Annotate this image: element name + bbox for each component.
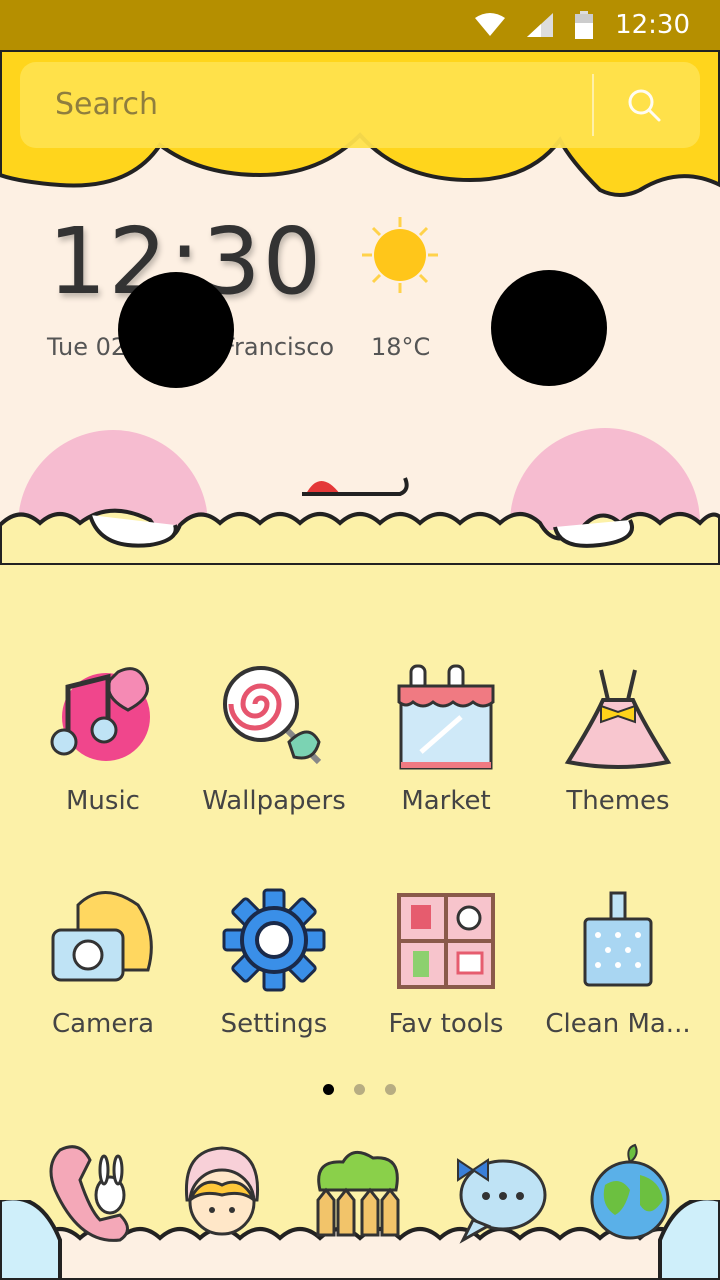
- globe-icon[interactable]: [585, 1140, 685, 1250]
- app-label: Themes: [566, 786, 670, 816]
- app-themes[interactable]: Themes: [532, 662, 704, 816]
- music-icon: [50, 667, 150, 761]
- app-clean-master[interactable]: Clean Ma...: [532, 885, 704, 1039]
- app-wallpapers[interactable]: Wallpapers: [188, 662, 360, 816]
- page-dot[interactable]: [385, 1084, 396, 1095]
- broom-icon: [583, 891, 653, 987]
- dress-icon: [564, 669, 672, 769]
- messages-icon[interactable]: [448, 1140, 548, 1250]
- camera-icon: [51, 891, 153, 982]
- app-market[interactable]: Market: [360, 662, 532, 816]
- app-label: Music: [66, 786, 140, 816]
- app-camera[interactable]: Camera: [17, 885, 189, 1039]
- page-dot-active[interactable]: [323, 1084, 334, 1095]
- app-settings[interactable]: Settings: [188, 885, 360, 1039]
- app-music[interactable]: Music: [17, 662, 189, 816]
- dock: [0, 1140, 720, 1280]
- contacts-icon[interactable]: [172, 1140, 272, 1250]
- market-icon: [397, 664, 495, 770]
- app-label: Camera: [51, 1009, 155, 1039]
- app-label: Wallpapers: [202, 786, 346, 816]
- gear-icon: [222, 888, 326, 992]
- phone-icon[interactable]: [40, 1140, 140, 1250]
- app-label: Settings: [220, 1009, 328, 1039]
- page-indicator[interactable]: [323, 1084, 396, 1095]
- app-label: Fav tools: [388, 1009, 504, 1039]
- lollipop-icon: [223, 666, 322, 765]
- browser-icon[interactable]: [308, 1140, 408, 1250]
- tools-icon: [397, 893, 495, 989]
- app-label: Clean Ma...: [545, 1009, 691, 1039]
- page-dot[interactable]: [354, 1084, 365, 1095]
- app-fav-tools[interactable]: Fav tools: [360, 885, 532, 1039]
- app-label: Market: [401, 786, 491, 816]
